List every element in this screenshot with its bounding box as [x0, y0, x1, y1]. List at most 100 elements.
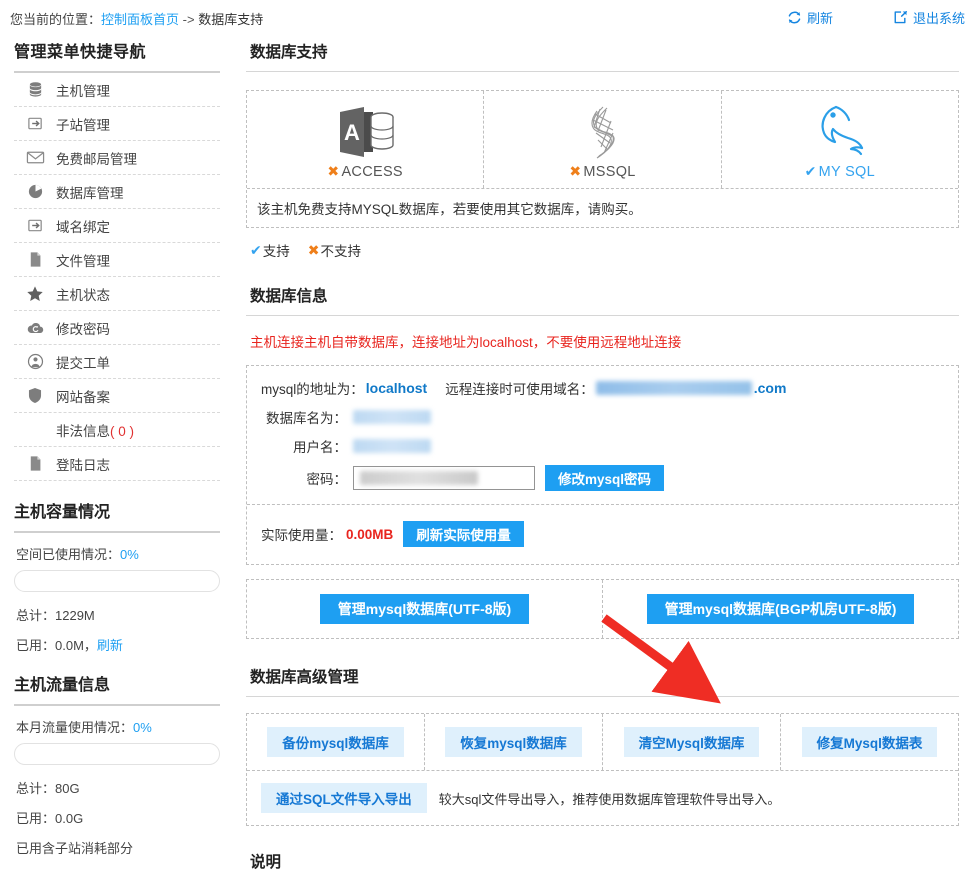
restore-mysql-button[interactable]: 恢复mysql数据库 — [445, 727, 582, 757]
database-icon — [14, 81, 56, 98]
db-cell-mysql[interactable]: ✔MY SQL — [722, 91, 958, 188]
db-name-mssql: ✖MSSQL — [569, 163, 635, 180]
page-root: 您当前的位置：控制面板首页 -> 数据库支持 刷新 — [0, 0, 977, 870]
manage-mysql-bgp-utf8-button[interactable]: 管理mysql数据库(BGP机房UTF-8版) — [647, 594, 915, 624]
remote-domain-suffix: .com — [754, 380, 787, 396]
mysql-address-value: localhost — [366, 380, 427, 396]
sidebar-item-free-mail-management[interactable]: 免费邮局管理 — [14, 141, 220, 175]
breadcrumb-current: 数据库支持 — [198, 12, 263, 27]
traffic-usage-label: 本月流量使用情况： — [16, 720, 133, 735]
section-title-description: 说明 — [246, 840, 959, 870]
logout-button[interactable]: 退出系统 — [893, 8, 965, 27]
top-actions: 刷新 退出系统 — [787, 8, 965, 27]
clear-mysql-button[interactable]: 清空Mysql数据库 — [624, 727, 760, 757]
sidebar-item-label: 数据库管理 — [56, 182, 124, 202]
page-body: 管理菜单快捷导航 主机管理 子站管理 — [0, 30, 977, 870]
pie-chart-icon — [14, 183, 56, 200]
sidebar: 管理菜单快捷导航 主机管理 子站管理 — [0, 30, 232, 870]
db-name-mysql: ✔MY SQL — [805, 163, 875, 180]
sidebar-item-login-log[interactable]: 登陆日志 — [14, 447, 220, 481]
database-name-line: 数据库名为： — [261, 407, 944, 427]
traffic-total-value: 80G — [55, 781, 80, 796]
refresh-button[interactable]: 刷新 — [787, 8, 833, 27]
mysql-dolphin-logo-icon — [722, 101, 958, 163]
remote-domain-label: 远程连接时可使用域名： — [445, 378, 594, 398]
supported-mark-icon: ✔ — [805, 163, 817, 180]
unsupported-mark-icon: ✖ — [327, 163, 339, 180]
legend-label: 不支持 — [320, 240, 361, 260]
adv-cell-restore: 恢复mysql数据库 — [425, 714, 603, 770]
logout-label: 退出系统 — [913, 8, 965, 27]
breadcrumb-home-link[interactable]: 控制面板首页 — [101, 12, 179, 27]
access-logo-icon: A — [247, 101, 483, 163]
db-cell-mssql[interactable]: ✖MSSQL — [484, 91, 721, 188]
section-title-db-info: 数据库信息 — [246, 274, 959, 316]
sidebar-item-label: 域名绑定 — [56, 216, 110, 236]
sidebar-item-subsite-management[interactable]: 子站管理 — [14, 107, 220, 141]
db-cell-access[interactable]: A ✖ACCESS — [247, 91, 484, 188]
password-label: 密码： — [261, 468, 347, 488]
main-content: 数据库支持 A — [232, 30, 977, 870]
sidebar-title: 管理菜单快捷导航 — [14, 30, 220, 73]
db-label: ACCESS — [341, 164, 402, 180]
sidebar-item-label: 登陆日志 — [56, 454, 110, 474]
star-icon — [14, 285, 56, 303]
breadcrumb-separator: -> — [179, 12, 198, 27]
sidebar-item-label: 网站备案 — [56, 386, 110, 406]
shield-icon — [14, 387, 56, 404]
adv-cell-repair: 修复Mysql数据表 — [781, 714, 958, 770]
actual-usage-label: 实际使用量： — [261, 524, 342, 544]
sidebar-menu: 主机管理 子站管理 免费邮局管理 — [14, 73, 220, 481]
capacity-refresh-link[interactable]: 刷新 — [97, 638, 123, 653]
db-label: MSSQL — [583, 164, 635, 180]
repair-mysql-tables-button[interactable]: 修复Mysql数据表 — [802, 727, 938, 757]
sidebar-item-file-management[interactable]: 文件管理 — [14, 243, 220, 277]
capacity-usage-label: 空间已使用情况： — [16, 547, 120, 562]
sidebar-item-domain-binding[interactable]: 域名绑定 — [14, 209, 220, 243]
password-input[interactable] — [353, 466, 535, 490]
traffic-used-line: 已用：0.0G — [14, 797, 220, 827]
sidebar-item-change-password[interactable]: 修改密码 — [14, 311, 220, 345]
sidebar-item-label: 修改密码 — [56, 318, 110, 338]
sidebar-item-label: 非法信息 — [56, 424, 110, 439]
traffic-used-label: 已用： — [16, 811, 55, 826]
support-legend: ✔支持 ✖不支持 — [246, 228, 959, 260]
db-info-box: mysql的地址为： localhost 远程连接时可使用域名： .com 数据… — [246, 365, 959, 565]
capacity-total-line: 总计：1229M — [14, 594, 220, 624]
backup-mysql-button[interactable]: 备份mysql数据库 — [267, 727, 404, 757]
refresh-actual-usage-button[interactable]: 刷新实际使用量 — [403, 521, 524, 547]
mysql-address-line: mysql的地址为： localhost 远程连接时可使用域名： .com — [261, 378, 944, 398]
sql-import-export-button[interactable]: 通过SQL文件导入导出 — [261, 783, 427, 813]
advanced-box: 备份mysql数据库 恢复mysql数据库 清空Mysql数据库 修复Mysql… — [246, 713, 959, 826]
svg-text:A: A — [344, 120, 360, 145]
capacity-section: 主机容量情况 空间已使用情况：0% 总计：1229M 已用：0.0M，刷新 — [14, 481, 220, 654]
manage-mysql-utf8-button[interactable]: 管理mysql数据库(UTF-8版) — [320, 594, 529, 624]
unsupported-mark-icon: ✖ — [569, 163, 581, 180]
sidebar-item-website-filing[interactable]: 网站备案 — [14, 379, 220, 413]
sidebar-item-label: 提交工单 — [56, 352, 110, 372]
database-name-value-redacted — [353, 410, 431, 424]
legend-unsupported: ✖不支持 — [308, 240, 361, 260]
sidebar-item-label: 免费邮局管理 — [56, 148, 137, 168]
mysql-address-label: mysql的地址为： — [261, 378, 364, 398]
sidebar-item-host-management[interactable]: 主机管理 — [14, 73, 220, 107]
adv-cell-clear: 清空Mysql数据库 — [603, 714, 781, 770]
capacity-used-value: 0.0M， — [55, 638, 97, 653]
advanced-import-row: 通过SQL文件导入导出 较大sql文件导出导入，推荐使用数据库管理软件导出导入。 — [247, 771, 958, 825]
file-icon — [14, 455, 56, 472]
sidebar-item-illegal-info[interactable]: 非法信息( 0 ) — [14, 413, 220, 447]
sidebar-item-submit-ticket[interactable]: 提交工单 — [14, 345, 220, 379]
arrow-right-box-icon — [14, 115, 56, 132]
breadcrumb-prefix: 您当前的位置： — [10, 12, 101, 27]
envelope-icon — [14, 149, 56, 166]
sidebar-item-database-management[interactable]: 数据库管理 — [14, 175, 220, 209]
actual-usage-value: 0.00MB — [346, 527, 393, 542]
capacity-used-label: 已用： — [16, 638, 55, 653]
database-name-label: 数据库名为： — [261, 407, 347, 427]
traffic-note: 已用含子站消耗部分 — [14, 827, 220, 857]
change-mysql-password-button[interactable]: 修改mysql密码 — [545, 465, 664, 491]
capacity-total-value: 1229M — [55, 608, 95, 623]
capacity-usage-line: 空间已使用情况：0% — [14, 533, 220, 563]
sidebar-item-host-status[interactable]: 主机状态 — [14, 277, 220, 311]
username-label: 用户名： — [261, 436, 347, 456]
